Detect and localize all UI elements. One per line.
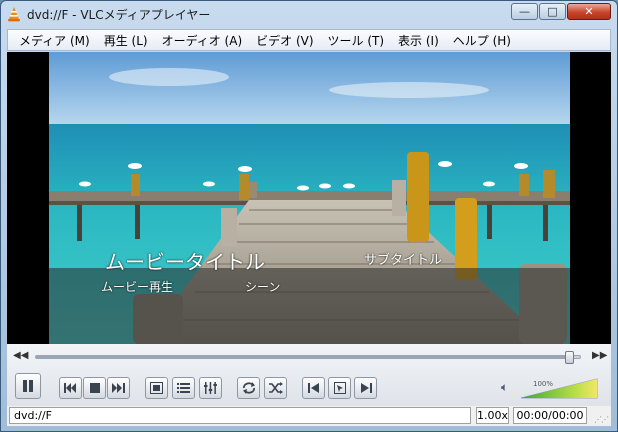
volume-wedge bbox=[520, 378, 598, 399]
frame-forward-button[interactable] bbox=[354, 377, 377, 399]
seek-thumb[interactable] bbox=[565, 351, 575, 364]
frame-button[interactable] bbox=[328, 377, 351, 399]
close-button[interactable]: ✕ bbox=[567, 3, 611, 20]
volume-icon[interactable]: 🔈︎ bbox=[501, 380, 508, 395]
pause-button[interactable] bbox=[15, 373, 41, 399]
previous-chapter-button[interactable] bbox=[59, 377, 82, 399]
dvd-scenes-option[interactable]: シーン bbox=[245, 278, 280, 295]
video-area[interactable]: ムービータイトル サブタイトル ムービー再生 シーン bbox=[7, 52, 611, 344]
shuffle-icon bbox=[268, 382, 283, 394]
frame-back-icon bbox=[307, 383, 319, 393]
playback-speed[interactable]: 1.00x bbox=[476, 407, 509, 424]
seek-bar[interactable] bbox=[35, 351, 581, 364]
volume-slider[interactable] bbox=[519, 377, 599, 399]
extended-settings-button[interactable] bbox=[199, 377, 222, 399]
menu-playback[interactable]: 再生 (L) bbox=[97, 32, 155, 49]
vlc-window: dvd://F - VLCメディアプレイヤー — □ ✕ メディア (M) 再生… bbox=[0, 0, 618, 432]
status-media-path: dvd://F bbox=[9, 407, 471, 424]
menu-video[interactable]: ビデオ (V) bbox=[249, 32, 320, 49]
resize-grip-icon[interactable]: ⋰⋰ bbox=[594, 415, 609, 424]
volume-percentage: 100% bbox=[533, 380, 554, 388]
status-bar: dvd://F 1.00x 00:00/00:00 ⋰⋰ bbox=[7, 406, 611, 426]
next-chapter-button[interactable] bbox=[107, 377, 130, 399]
maximize-button[interactable]: □ bbox=[539, 3, 566, 20]
menu-help[interactable]: ヘルプ (H) bbox=[446, 32, 518, 49]
window-title: dvd://F - VLCメディアプレイヤー bbox=[27, 8, 211, 22]
menu-media[interactable]: メディア (M) bbox=[12, 32, 97, 49]
minimize-button[interactable]: — bbox=[511, 3, 538, 20]
menu-bar: メディア (M) 再生 (L) オーディオ (A) ビデオ (V) ツール (T… bbox=[7, 29, 611, 51]
menu-view[interactable]: 表示 (I) bbox=[391, 32, 446, 49]
stop-button[interactable] bbox=[83, 377, 106, 399]
dvd-play-movie-option[interactable]: ムービー再生 bbox=[101, 278, 173, 295]
fullscreen-icon bbox=[150, 382, 163, 394]
title-bar[interactable]: dvd://F - VLCメディアプレイヤー — □ ✕ bbox=[1, 1, 617, 29]
seek-forward-icon[interactable]: ▶▶ bbox=[592, 350, 607, 361]
menu-tools[interactable]: ツール (T) bbox=[321, 32, 392, 49]
frame-icon bbox=[333, 382, 346, 394]
control-panel: ◀◀ ▶▶ 🔈︎ 100% bbox=[7, 344, 611, 406]
frame-forward-icon bbox=[360, 383, 372, 393]
pause-icon bbox=[23, 380, 33, 392]
equalizer-icon bbox=[204, 382, 217, 394]
stop-icon bbox=[89, 383, 100, 393]
playlist-button[interactable] bbox=[172, 377, 195, 399]
shuffle-button[interactable] bbox=[264, 377, 287, 399]
seek-back-icon[interactable]: ◀◀ bbox=[13, 350, 28, 361]
previous-chapter-icon bbox=[64, 383, 76, 393]
playlist-icon bbox=[177, 383, 190, 393]
fullscreen-button[interactable] bbox=[145, 377, 168, 399]
time-display[interactable]: 00:00/00:00 bbox=[513, 407, 587, 424]
dvd-menu-frame: ムービータイトル サブタイトル ムービー再生 シーン bbox=[49, 52, 570, 344]
frame-back-button[interactable] bbox=[302, 377, 325, 399]
loop-icon bbox=[242, 382, 255, 394]
dvd-movie-title: ムービータイトル bbox=[105, 250, 265, 274]
next-chapter-icon bbox=[112, 383, 125, 393]
dvd-subtitle-option[interactable]: サブタイトル bbox=[364, 249, 442, 268]
loop-button[interactable] bbox=[237, 377, 260, 399]
vlc-cone-icon bbox=[6, 6, 22, 22]
menu-audio[interactable]: オーディオ (A) bbox=[155, 32, 250, 49]
seek-progress bbox=[36, 356, 570, 358]
